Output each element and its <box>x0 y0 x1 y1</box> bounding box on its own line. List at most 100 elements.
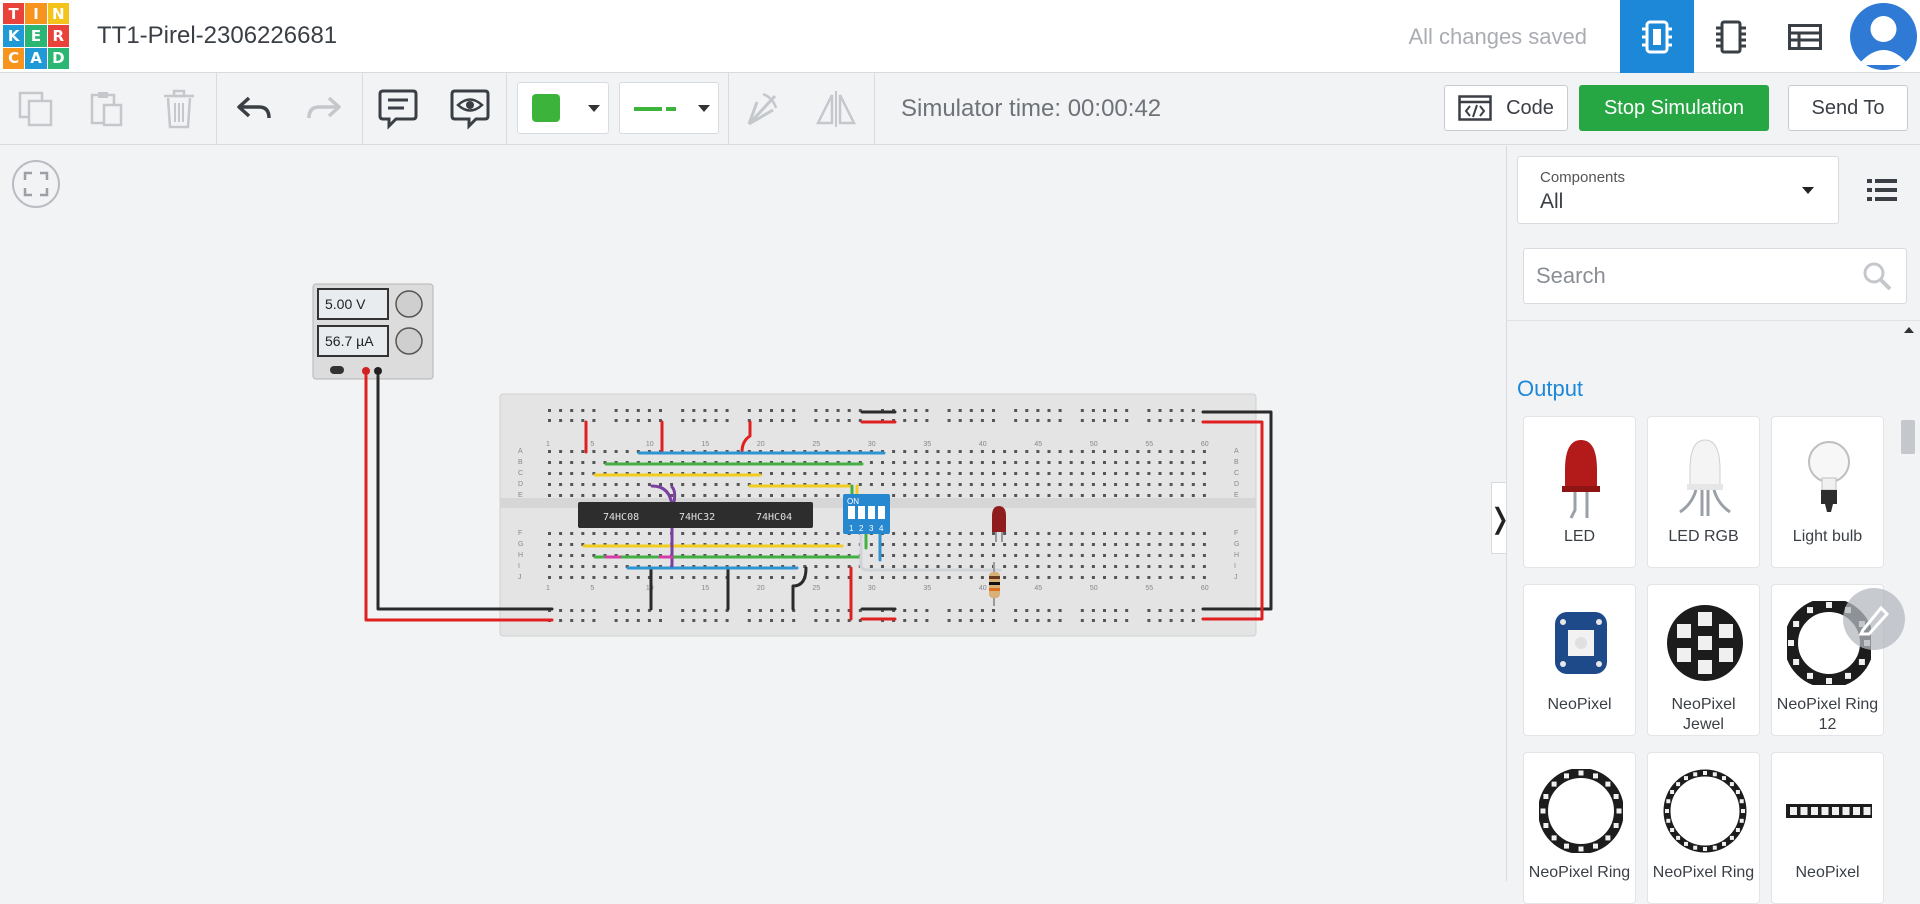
breadboard-hole <box>1091 419 1095 422</box>
flip-button[interactable] <box>814 87 858 131</box>
column-number: 55 <box>1145 441 1153 448</box>
breadboard-hole <box>1114 619 1118 622</box>
component-card-neopixel[interactable]: NeoPixel <box>1523 584 1636 736</box>
component-card-neopixel-ring-24[interactable]: NeoPixel Ring <box>1647 752 1760 904</box>
breadboard-hole <box>703 609 707 612</box>
search-input[interactable] <box>1524 249 1854 303</box>
circuit-canvas[interactable]: 5.00 V 56.7 µA 1 1 5 5 10 10 15 15 20 20 25 25 30 30 3… <box>0 146 1512 881</box>
stop-simulation-button[interactable]: Stop Simulation <box>1579 85 1769 131</box>
power-supply[interactable]: 5.00 V 56.7 µA <box>312 283 434 380</box>
column-number: 30 <box>868 585 876 592</box>
breadboard-hole <box>792 419 796 422</box>
breadboard-hole <box>1014 543 1018 546</box>
breadboard-hole <box>1136 565 1140 568</box>
breadboard-hole <box>1114 554 1118 557</box>
color-picker[interactable] <box>517 82 609 134</box>
breadboard-hole <box>881 472 884 475</box>
breadboard-hole <box>1125 494 1129 497</box>
breadboard-hole <box>1158 543 1162 546</box>
send-to-button[interactable]: Send To <box>1788 85 1908 131</box>
redo-button[interactable] <box>302 87 346 131</box>
breadboard-hole <box>1069 532 1073 535</box>
notes-button[interactable] <box>376 87 420 131</box>
breadboard-hole <box>614 619 618 622</box>
circuit-view-button[interactable] <box>1620 0 1694 73</box>
breadboard-hole <box>1136 461 1140 464</box>
breadboard-hole <box>847 419 851 422</box>
component-card-led[interactable]: LED <box>1523 416 1636 568</box>
code-button[interactable]: Code <box>1444 85 1568 131</box>
tinkercad-logo[interactable]: TINKERCAD <box>3 3 69 69</box>
breadboard-hole <box>1169 409 1173 412</box>
breadboard-hole <box>836 472 840 475</box>
breadboard-hole <box>825 409 829 412</box>
breadboard-hole <box>1180 609 1184 612</box>
panel-divider <box>1507 320 1920 321</box>
breadboard-hole <box>714 576 718 579</box>
breadboard-hole <box>1103 409 1106 412</box>
floating-action-button[interactable] <box>1843 588 1905 650</box>
psu-voltage-knob <box>395 290 423 318</box>
notes-visibility-button[interactable] <box>448 87 492 131</box>
paste-button[interactable] <box>84 87 128 131</box>
breadboard-hole <box>625 450 629 453</box>
breadboard-hole <box>947 576 951 579</box>
breadboard-hole <box>1014 472 1018 475</box>
breadboard-hole <box>1047 472 1051 475</box>
design-title[interactable]: TT1-Pirel-2306226681 <box>97 22 337 50</box>
redo-icon <box>307 96 341 119</box>
wire-type-picker[interactable] <box>619 82 719 134</box>
dip-switch[interactable]: ON 1234 <box>843 494 890 534</box>
breadboard-hole <box>814 565 818 568</box>
ring-pixel <box>1739 818 1744 823</box>
breadboard-hole <box>625 576 629 579</box>
rotate-button[interactable] <box>740 87 784 131</box>
breadboard-hole <box>770 494 773 497</box>
component-list-button[interactable] <box>1768 0 1842 73</box>
search-icon[interactable] <box>1862 261 1892 291</box>
components-dropdown[interactable]: Components All <box>1517 156 1839 224</box>
copy-button[interactable] <box>14 87 58 131</box>
ic-chips[interactable]: 74HC08 74HC32 74HC04 <box>578 502 813 528</box>
breadboard-hole <box>1058 619 1062 622</box>
scroll-thumb[interactable] <box>1901 420 1915 454</box>
breadboard-hole <box>758 494 762 497</box>
breadboard-hole <box>1158 494 1162 497</box>
strip-pixel <box>1800 807 1807 815</box>
row-letter: C <box>1234 470 1239 477</box>
breadboard-hole <box>969 565 973 568</box>
component-card-neopixel-ring[interactable]: NeoPixel Ring <box>1523 752 1636 904</box>
breadboard-hole <box>1069 494 1073 497</box>
component-card-light-bulb[interactable]: Light bulb <box>1771 416 1884 568</box>
breadboard-hole <box>836 619 840 622</box>
breadboard-hole <box>992 543 995 546</box>
breadboard-hole <box>914 472 918 475</box>
component-card-neopixel-strip[interactable]: NeoPixel <box>1771 752 1884 904</box>
scroll-up-icon[interactable] <box>1904 327 1914 333</box>
breadboard-hole <box>1136 450 1140 453</box>
user-avatar[interactable] <box>1850 3 1917 70</box>
ring-pixel <box>1578 846 1583 852</box>
breadboard-hole <box>614 419 618 422</box>
list-view-button[interactable] <box>1865 176 1899 204</box>
breadboard-hole <box>1136 494 1140 497</box>
chevron-down-icon <box>698 105 710 112</box>
breadboard-hole <box>1047 619 1051 622</box>
delete-button[interactable] <box>157 87 201 131</box>
breadboard-hole <box>947 543 951 546</box>
breadboard-hole <box>869 483 873 486</box>
breadboard-hole <box>1025 409 1029 412</box>
save-status: All changes saved <box>1408 24 1587 49</box>
components-panel: Components All Output LED LED RGB Light … <box>1506 146 1920 904</box>
breadboard-hole <box>1014 619 1018 622</box>
breadboard-hole <box>758 409 762 412</box>
toolbar-divider <box>216 73 217 145</box>
component-card-led-rgb[interactable]: LED RGB <box>1647 416 1760 568</box>
breadboard-hole <box>1169 532 1173 535</box>
schematic-view-button[interactable] <box>1694 0 1768 73</box>
undo-button[interactable] <box>232 87 276 131</box>
breadboard-hole <box>936 576 940 579</box>
breadboard-hole <box>1014 461 1018 464</box>
breadboard-hole <box>614 609 618 612</box>
component-card-neopixel-jewel[interactable]: NeoPixel Jewel <box>1647 584 1760 736</box>
